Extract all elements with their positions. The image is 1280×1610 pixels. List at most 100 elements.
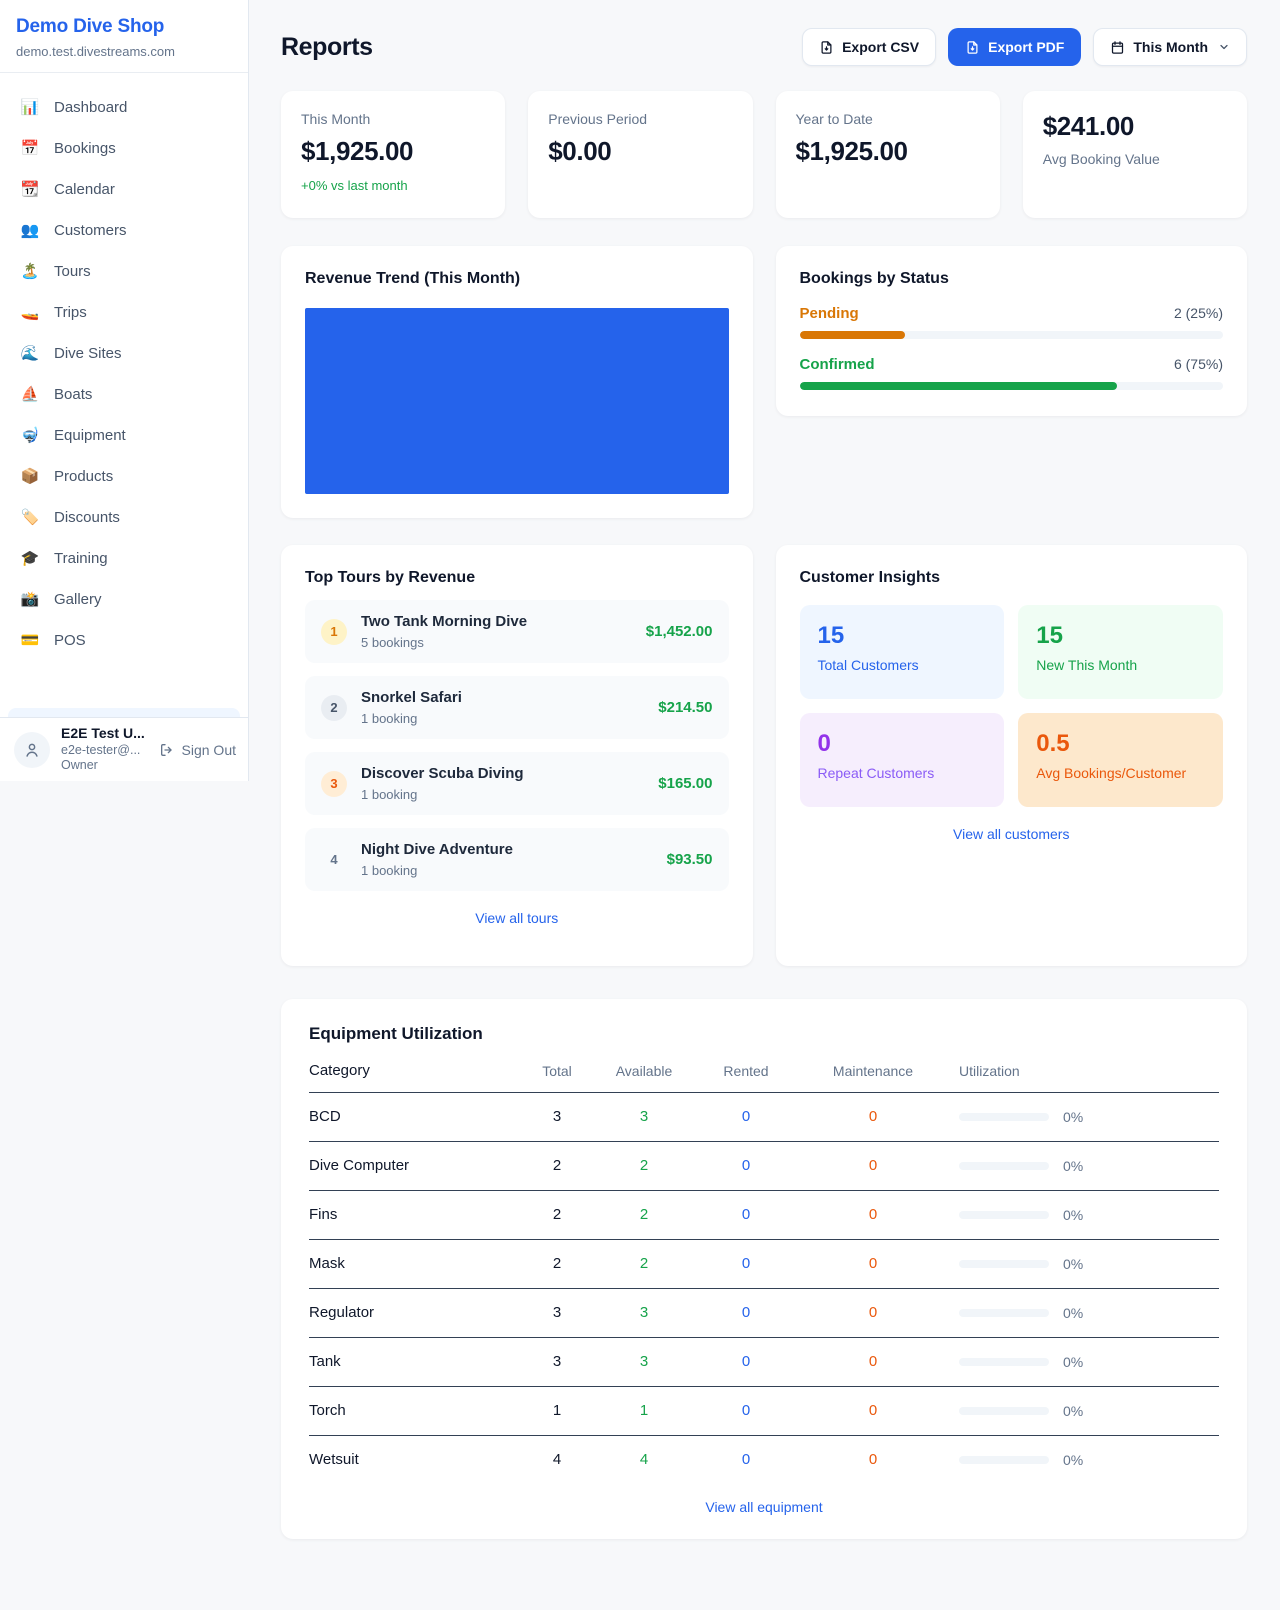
cell-rented: 0 xyxy=(683,1304,809,1321)
sidebar-item-products[interactable]: 📦Products xyxy=(8,459,240,493)
cell-rented: 0 xyxy=(683,1255,809,1272)
utilization-bar-track xyxy=(959,1456,1049,1464)
stat-card-year-to-date: Year to Date $1,925.00 xyxy=(776,91,1000,218)
status-label: Confirmed xyxy=(800,356,875,373)
sidebar-item-trips[interactable]: 🚤Trips xyxy=(8,295,240,329)
tile-new-this-month: 15 New This Month xyxy=(1018,605,1223,699)
export-csv-label: Export CSV xyxy=(842,39,919,55)
tour-row: 3 Discover Scuba Diving1 booking $165.00 xyxy=(305,752,729,815)
sidebar-item-label: POS xyxy=(54,632,86,649)
sidebar-item-equipment[interactable]: 🤿Equipment xyxy=(8,418,240,452)
status-bar-track xyxy=(800,331,1224,339)
cell-utilization: 0% xyxy=(937,1403,1219,1419)
tile-total-customers: 15 Total Customers xyxy=(800,605,1005,699)
trips-boat-icon: 🚤 xyxy=(20,303,40,321)
sidebar-nav: 📊Dashboard 📅Bookings 📆Calendar 👥Customer… xyxy=(0,73,248,708)
utilization-bar-track xyxy=(959,1260,1049,1268)
view-all-equipment-link[interactable]: View all equipment xyxy=(309,1499,1219,1515)
tile-label: Total Customers xyxy=(818,657,987,673)
col-total: Total xyxy=(509,1063,605,1079)
cell-total: 2 xyxy=(509,1206,605,1223)
cell-category: Mask xyxy=(309,1255,509,1272)
sidebar-item-reports-partial[interactable] xyxy=(8,708,240,717)
sidebar-item-training[interactable]: 🎓Training xyxy=(8,541,240,575)
tour-name: Night Dive Adventure xyxy=(361,841,513,858)
sidebar-item-calendar[interactable]: 📆Calendar xyxy=(8,172,240,206)
cell-category: BCD xyxy=(309,1108,509,1125)
cell-maintenance: 0 xyxy=(809,1304,937,1321)
tile-number: 0.5 xyxy=(1036,730,1205,758)
export-pdf-button[interactable]: Export PDF xyxy=(948,28,1081,66)
cell-category: Tank xyxy=(309,1353,509,1370)
sidebar-item-gallery[interactable]: 📸Gallery xyxy=(8,582,240,616)
tile-avg-bookings-customer: 0.5 Avg Bookings/Customer xyxy=(1018,713,1223,807)
cell-category: Wetsuit xyxy=(309,1451,509,1468)
tile-number: 0 xyxy=(818,730,987,758)
cell-category: Regulator xyxy=(309,1304,509,1321)
period-dropdown[interactable]: This Month xyxy=(1093,28,1247,66)
file-download-icon xyxy=(819,40,834,55)
export-pdf-label: Export PDF xyxy=(988,39,1064,55)
sidebar-item-pos[interactable]: 💳POS xyxy=(8,623,240,657)
sidebar-item-bookings[interactable]: 📅Bookings xyxy=(8,131,240,165)
tour-amount: $93.50 xyxy=(667,851,713,868)
cell-available: 3 xyxy=(605,1108,683,1125)
export-csv-button[interactable]: Export CSV xyxy=(802,28,936,66)
cell-available: 1 xyxy=(605,1402,683,1419)
sign-out-button[interactable]: Sign Out xyxy=(159,742,236,758)
tour-amount: $214.50 xyxy=(658,699,712,716)
sidebar-item-dashboard[interactable]: 📊Dashboard xyxy=(8,90,240,124)
chevron-down-icon xyxy=(1218,41,1230,53)
tile-number: 15 xyxy=(818,622,987,650)
cell-maintenance: 0 xyxy=(809,1255,937,1272)
tour-bookings: 5 bookings xyxy=(361,635,527,650)
tile-label: New This Month xyxy=(1036,657,1205,673)
view-all-tours-link[interactable]: View all tours xyxy=(305,910,729,926)
col-maintenance: Maintenance xyxy=(809,1063,937,1079)
sidebar-item-label: Dive Sites xyxy=(54,345,122,362)
sidebar-item-customers[interactable]: 👥Customers xyxy=(8,213,240,247)
utilization-percent: 0% xyxy=(1063,1452,1083,1468)
cell-total: 4 xyxy=(509,1451,605,1468)
cell-available: 3 xyxy=(605,1304,683,1321)
customer-insights-title: Customer Insights xyxy=(800,569,1224,587)
status-bar-fill xyxy=(800,331,906,339)
cell-total: 2 xyxy=(509,1255,605,1272)
utilization-percent: 0% xyxy=(1063,1207,1083,1223)
tour-name: Two Tank Morning Dive xyxy=(361,613,527,630)
cell-total: 3 xyxy=(509,1353,605,1370)
stat-label: Avg Booking Value xyxy=(1043,151,1227,167)
rank-badge: 4 xyxy=(321,847,347,873)
cell-total: 1 xyxy=(509,1402,605,1419)
page-title: Reports xyxy=(281,33,373,62)
sidebar-item-label: Dashboard xyxy=(54,99,127,116)
sidebar-item-discounts[interactable]: 🏷️Discounts xyxy=(8,500,240,534)
utilization-bar-track xyxy=(959,1309,1049,1317)
status-value: 2 (25%) xyxy=(1174,305,1223,321)
sign-out-label: Sign Out xyxy=(182,742,236,758)
cell-maintenance: 0 xyxy=(809,1108,937,1125)
equipment-table-header: Category Total Available Rented Maintena… xyxy=(309,1062,1219,1093)
cell-available: 2 xyxy=(605,1157,683,1174)
cell-category: Torch xyxy=(309,1402,509,1419)
tile-repeat-customers: 0 Repeat Customers xyxy=(800,713,1005,807)
user-role: Owner xyxy=(61,758,145,774)
sidebar-item-dive-sites[interactable]: 🌊 Dive Sites xyxy=(8,336,240,370)
stat-value: $0.00 xyxy=(548,136,732,167)
cell-utilization: 0% xyxy=(937,1158,1219,1174)
cell-maintenance: 0 xyxy=(809,1402,937,1419)
revenue-trend-title: Revenue Trend (This Month) xyxy=(305,270,729,288)
wave-icon: 🌊 xyxy=(20,344,40,362)
sidebar-item-tours[interactable]: 🏝️Tours xyxy=(8,254,240,288)
file-download-icon xyxy=(965,40,980,55)
tour-name: Snorkel Safari xyxy=(361,689,462,706)
view-all-customers-link[interactable]: View all customers xyxy=(800,826,1224,842)
tours-island-icon: 🏝️ xyxy=(20,262,40,280)
sidebar-item-label: Boats xyxy=(54,386,92,403)
cell-utilization: 0% xyxy=(937,1305,1219,1321)
cell-available: 4 xyxy=(605,1451,683,1468)
brand-block: Demo Dive Shop demo.test.divestreams.com xyxy=(0,0,248,73)
sidebar-item-boats[interactable]: ⛵Boats xyxy=(8,377,240,411)
equipment-utilization-card: Equipment Utilization Category Total Ava… xyxy=(281,999,1247,1539)
stat-value: $241.00 xyxy=(1043,111,1227,142)
